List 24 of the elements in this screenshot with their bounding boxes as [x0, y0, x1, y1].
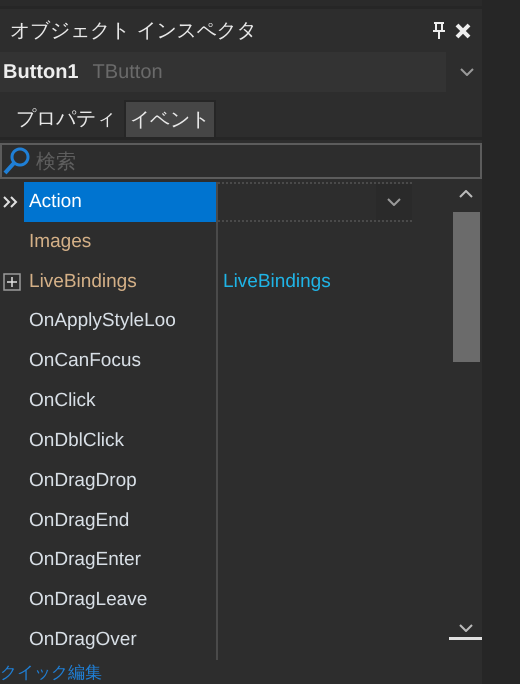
- search-icon: [2, 145, 32, 177]
- chevron-down-icon[interactable]: [460, 68, 474, 76]
- expand-icon[interactable]: [3, 272, 21, 291]
- property-name[interactable]: OnDragEnter: [24, 540, 218, 580]
- tab[interactable]: イベント: [124, 100, 216, 137]
- property-value[interactable]: LiveBindings: [223, 270, 331, 293]
- property-name[interactable]: Images: [24, 222, 218, 262]
- chevron-up-icon[interactable]: [459, 190, 473, 198]
- property-name[interactable]: OnApplyStyleLoo: [24, 301, 218, 342]
- chevron-down-icon[interactable]: [459, 624, 473, 632]
- property-name[interactable]: OnDragOver: [24, 620, 218, 660]
- property-name[interactable]: OnDragDrop: [24, 460, 218, 501]
- property-name[interactable]: LiveBindings: [24, 262, 218, 302]
- panel-title: オブジェクト インスペクタ: [10, 17, 256, 44]
- property-name[interactable]: Action: [24, 182, 218, 222]
- property-name[interactable]: OnDragEnd: [24, 500, 218, 540]
- chevron-down-icon: [387, 198, 401, 206]
- tab[interactable]: プロパティ: [12, 100, 120, 137]
- property-name[interactable]: OnDragLeave: [24, 580, 218, 620]
- property-name[interactable]: OnClick: [24, 381, 218, 421]
- property-name[interactable]: OnDblClick: [24, 420, 218, 461]
- property-name[interactable]: OnCanFocus: [24, 341, 218, 382]
- pin-icon[interactable]: [432, 22, 446, 40]
- close-icon[interactable]: [454, 22, 472, 40]
